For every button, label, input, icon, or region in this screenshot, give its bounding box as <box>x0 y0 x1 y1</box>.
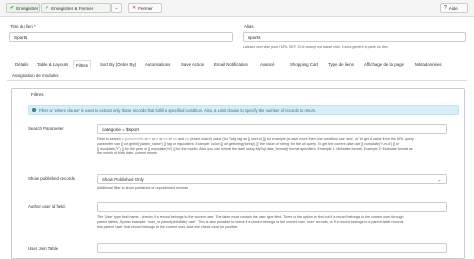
tab-bar: Détails Table & Layouts Filtres Sort By … <box>7 59 467 81</box>
tab-shopping-cart[interactable]: Shopping Cart <box>288 60 320 69</box>
published-records-hint: Additional filter to show published or u… <box>97 186 188 190</box>
tab-permissions[interactable]: Autorisations <box>143 60 172 69</box>
author-field-input[interactable] <box>97 202 447 212</box>
save-button[interactable]: ✔ Enregistrer <box>6 3 40 13</box>
author-field-description: The 'User' type field name - checks if a… <box>97 215 447 229</box>
chevron-down-icon: ⌄ <box>114 5 119 10</box>
user-join-table-input[interactable] <box>97 243 447 253</box>
title-input[interactable]: Sports <box>9 32 233 42</box>
save-button-label: Enregistrer <box>16 5 39 11</box>
tab-metadata[interactable]: Métadonnées <box>413 60 444 69</box>
save-icon: ✔ <box>10 4 15 11</box>
tab-module-assignment[interactable]: Assignation de modules <box>10 71 61 80</box>
user-join-table-label: User Join Table <box>28 246 59 251</box>
help-button-label: Aide <box>448 5 458 11</box>
alias-label: Alias <box>244 24 254 29</box>
tab-save-action[interactable]: Save Action <box>179 60 206 69</box>
alias-input[interactable]: sports <box>243 32 466 42</box>
info-icon: i <box>32 108 36 112</box>
help-icon: ? <box>444 4 447 11</box>
search-parameter-input[interactable]: categorie = $sport <box>97 124 447 134</box>
tab-page-display[interactable]: Affichage de la page <box>362 60 406 69</box>
tab-details[interactable]: Détails <box>13 60 30 69</box>
tab-link-type[interactable]: Type de liens <box>326 60 356 69</box>
close-button[interactable]: ✕ Fermer <box>128 3 162 13</box>
tab-filters[interactable]: Filtres <box>73 60 91 69</box>
save-options-dropdown[interactable]: ⌄ <box>111 3 122 13</box>
search-parameter-description: Field to search = (==<>=<=!= or < or > o… <box>97 137 447 156</box>
tab-advanced[interactable]: Avancé <box>258 60 277 69</box>
check-icon: ✓ <box>45 4 50 11</box>
chevron-down-icon: ⌄ <box>437 176 441 182</box>
save-close-label: Enregistrer & Fermer <box>51 5 94 11</box>
published-records-select[interactable]: Show Published Only ⌄ <box>97 174 447 184</box>
published-records-label: Show published records <box>28 176 75 181</box>
search-parameter-label: Search Parameter <box>28 126 64 131</box>
tab-table-layouts[interactable]: Table & Layouts <box>35 60 70 69</box>
filters-info-text: Filter or 'where clause' is used to extr… <box>39 107 317 113</box>
help-button[interactable]: ? Aide <box>440 3 468 13</box>
filters-legend: Filtres <box>29 92 46 97</box>
title-label: Titre du lien * <box>10 24 36 29</box>
search-parameter-desc-line: parameter use [[ url.getint('param_name'… <box>97 141 400 146</box>
filters-info-alert: i Filter or 'where clause' is used to ex… <box>28 105 459 115</box>
save-close-button[interactable]: ✓ Enregistrer & Fermer <box>41 3 111 13</box>
search-parameter-desc-line: the month of birth date: current month <box>97 151 158 156</box>
author-desc-line: parent tables. Syntax example: 'user_or … <box>97 219 404 224</box>
toolbar: ✔ Enregistrer ✓ Enregistrer & Fermer ⌄ ✕… <box>0 0 474 17</box>
alias-hint: Laissez ceci vide pour l'URL SEF. Si le … <box>243 45 389 49</box>
tab-sort-by[interactable]: Sort By (Order By) <box>98 60 138 69</box>
close-icon: ✕ <box>132 4 137 11</box>
tab-email-notification[interactable]: Email Notification <box>212 60 250 69</box>
close-button-label: Fermer <box>138 5 153 11</box>
author-desc-line: this parent 'user' that record belongs t… <box>97 224 239 229</box>
author-field-label: Author user id field. <box>28 204 66 209</box>
published-records-value: Show Published Only <box>102 176 144 182</box>
